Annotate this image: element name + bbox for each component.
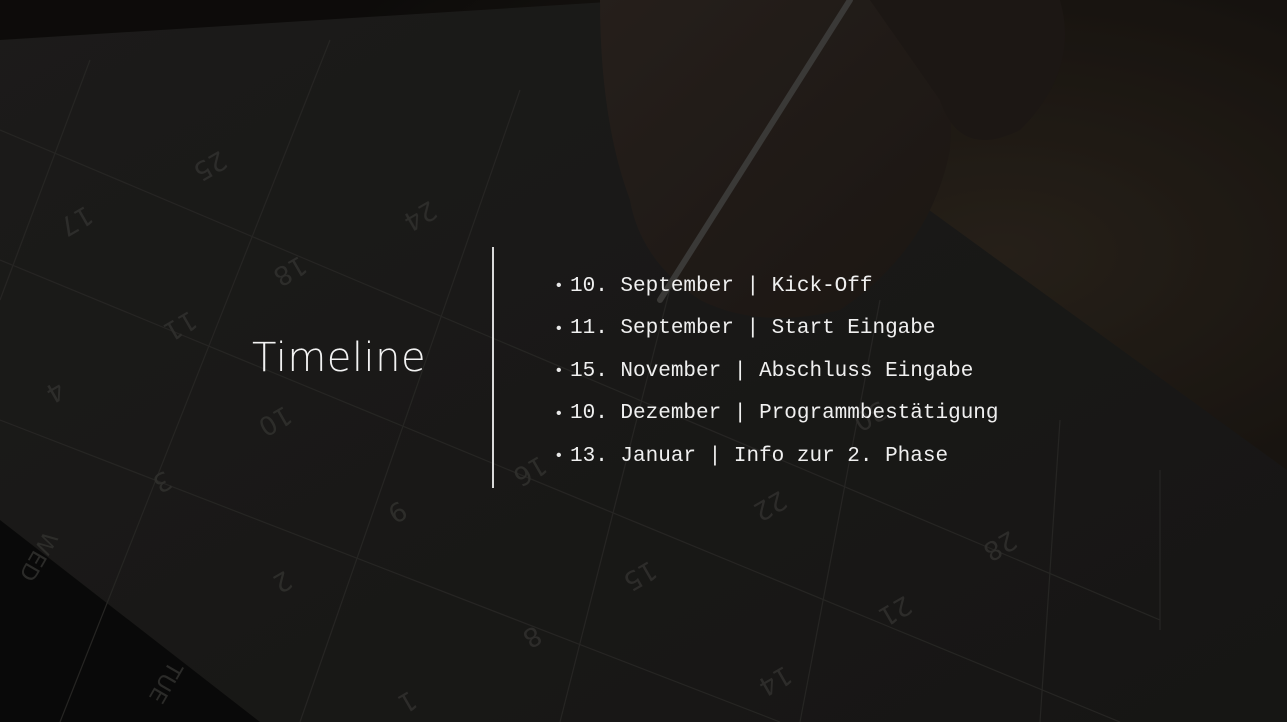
timeline-separator: | xyxy=(733,402,747,426)
timeline-label: Kick-Off xyxy=(771,274,873,298)
timeline-separator: | xyxy=(746,317,760,341)
timeline-label: Abschluss Eingabe xyxy=(759,359,974,383)
timeline-label: Programmbestätigung xyxy=(759,402,999,426)
timeline-date: 13. Januar xyxy=(570,444,697,468)
bullet-icon: • xyxy=(556,362,562,380)
timeline-date: 10. September xyxy=(570,274,734,298)
timeline-date: 15. November xyxy=(570,359,722,383)
timeline-list: • 10. September | Kick-Off • 11. Septemb… xyxy=(556,265,999,478)
timeline-item: • 13. Januar | Info zur 2. Phase xyxy=(556,435,999,478)
timeline-item: • 15. November | Abschluss Eingabe xyxy=(556,350,999,393)
timeline-label: Start Eingabe xyxy=(771,317,936,341)
timeline-date: 11. September xyxy=(570,317,734,341)
presentation-slide: 17 18 11 4 10 3 9 2 16 22 15 8 1 14 21 2… xyxy=(0,0,1287,722)
bullet-icon: • xyxy=(556,319,562,337)
timeline-item: • 10. Dezember | Programmbestätigung xyxy=(556,393,999,436)
timeline-label: Info zur 2. Phase xyxy=(733,444,949,468)
timeline-separator: | xyxy=(708,444,722,468)
title-divider xyxy=(492,247,494,488)
timeline-item: • 10. September | Kick-Off xyxy=(556,265,999,308)
bullet-icon: • xyxy=(556,277,562,295)
timeline-item: • 11. September | Start Eingabe xyxy=(556,308,999,351)
timeline-date: 10. Dezember xyxy=(570,402,722,426)
slide-title: Timeline xyxy=(252,335,427,381)
timeline-separator: | xyxy=(733,359,747,383)
bullet-icon: • xyxy=(556,447,562,465)
timeline-separator: | xyxy=(746,274,760,298)
bullet-icon: • xyxy=(556,404,562,422)
